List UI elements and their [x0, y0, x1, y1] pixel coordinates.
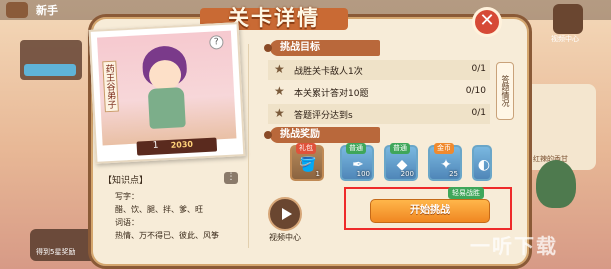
background-bottom-left-text: 得到5星奖励 — [36, 248, 76, 256]
objectives-header: 挑战目标 — [264, 40, 380, 56]
orb-icon: ◐ — [477, 157, 491, 173]
objective-progress: 0/10 — [465, 86, 486, 96]
background-character — [536, 160, 576, 208]
star-icon: ★ — [274, 106, 285, 120]
video-center-label: 视频中心 — [269, 233, 301, 242]
reward-tag: 礼包 — [296, 143, 316, 154]
objective-row: ★ 战胜关卡敌人1次 0/1 — [268, 60, 490, 80]
objective-text: 战胜关卡敌人1次 — [294, 67, 363, 77]
character-body — [147, 87, 186, 129]
knowledge-line: 词语： — [115, 218, 139, 227]
knowledge-line: 醋、饮、腿、拌、爹、旺 — [115, 205, 203, 214]
character-power: 2030 — [170, 139, 194, 150]
reward-count: 1 — [315, 170, 320, 178]
objective-text: 答题评分达到s — [294, 111, 353, 121]
objective-row: ★ 本关累计答对10题 0/10 — [268, 82, 490, 102]
reward-count: 100 — [356, 170, 370, 178]
close-button[interactable]: ✕ — [472, 7, 502, 37]
character-name-label: 药王谷弟子 — [102, 60, 119, 113]
reward-item[interactable]: 礼包 🪣 1 — [290, 143, 324, 181]
play-icon — [282, 208, 292, 220]
reward-item[interactable]: 金币 ✦ 25 — [428, 143, 462, 181]
watermark: 一听下载 — [470, 234, 558, 258]
background-video-label: 视频中心 — [551, 35, 579, 43]
more-icon[interactable]: ⋮ — [224, 172, 238, 184]
reward-item[interactable]: ◐ — [472, 145, 492, 181]
objective-text: 本关累计答对10题 — [294, 89, 369, 99]
video-center-button[interactable] — [268, 197, 302, 231]
star-icon: ★ — [274, 62, 285, 76]
reward-tag: 普通 — [346, 143, 366, 154]
back-button[interactable] — [6, 2, 28, 18]
reward-item[interactable]: 普通 ✒ 100 — [340, 143, 374, 181]
start-challenge-button[interactable]: 开始挑战 — [370, 199, 490, 223]
answer-status-tab[interactable]: 答题情况 — [496, 62, 514, 120]
background-left-button[interactable] — [24, 64, 76, 76]
objective-progress: 0/1 — [471, 108, 486, 118]
star-icon: ★ — [274, 84, 285, 98]
reward-tag: 普通 — [390, 143, 410, 154]
reward-item[interactable]: 普通 ◆ 200 — [384, 143, 418, 181]
character-level: 1 — [152, 140, 159, 151]
reward-count: 200 — [400, 170, 414, 178]
knowledge-text: 写字： 醋、饮、腿、拌、爹、旺 词语： 热情、万不得已、彼此、风筝 — [115, 190, 245, 242]
rewards-header: 挑战奖励 — [264, 127, 380, 143]
objective-progress: 0/1 — [471, 64, 486, 74]
knowledge-line: 写字： — [115, 192, 139, 201]
background-video-button[interactable]: 视频中心 — [551, 4, 583, 43]
knowledge-title: 【知识点】 — [103, 176, 149, 186]
divider — [248, 44, 249, 248]
knowledge-line: 热情、万不得已、彼此、风筝 — [115, 231, 219, 240]
top-bar-title: 新手 — [36, 4, 58, 17]
reward-count: 25 — [449, 170, 458, 178]
character-card: ? 药王谷弟子 1 2030 — [88, 22, 246, 164]
objective-row: ★ 答题评分达到s 0/1 — [268, 104, 490, 124]
easy-win-badge: 轻易战胜 — [448, 187, 484, 199]
reward-tag: 金币 — [434, 143, 454, 154]
